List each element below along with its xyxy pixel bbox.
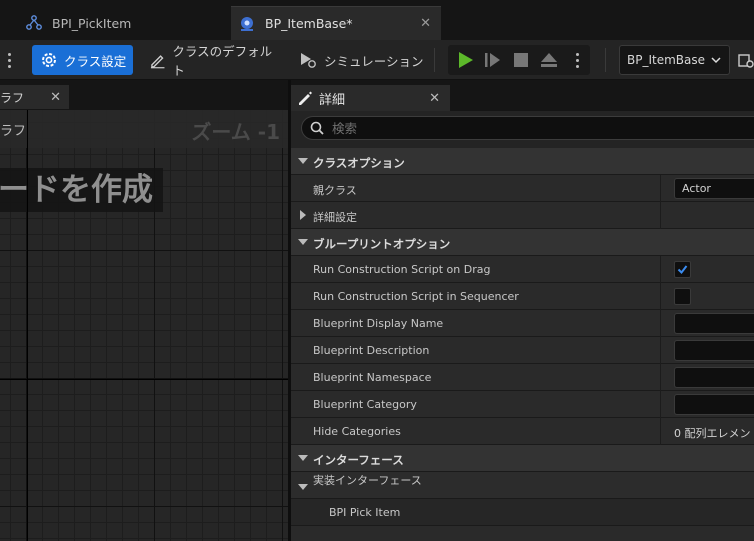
debug-object-value: BP_ItemBase (627, 53, 706, 67)
property-description: Blueprint Description (291, 337, 754, 364)
graph-title: ラフ (0, 124, 27, 139)
simulation-label: シミュレーション (324, 53, 424, 69)
interface-list-item[interactable]: BPI Pick Item (291, 499, 754, 526)
class-defaults-button[interactable]: クラスのデフォルト (141, 44, 281, 78)
edit-pencil-icon (150, 55, 165, 69)
graph-header: ラフ ズーム -1 (0, 110, 288, 148)
blueprint-icon (241, 16, 253, 31)
toolbar-separator (434, 48, 435, 72)
graph-watermark: ードを作成 (0, 168, 163, 212)
run-on-drag-checkbox[interactable] (674, 261, 691, 278)
implemented-interfaces-header[interactable]: 実装インターフェース (291, 472, 754, 499)
eject-icon[interactable] (540, 52, 558, 68)
property-advanced[interactable]: 詳細設定 (291, 202, 754, 229)
expand-arrow-icon[interactable] (298, 239, 308, 245)
property-namespace: Blueprint Namespace (291, 364, 754, 391)
property-category: Blueprint Category (291, 391, 754, 418)
class-defaults-label: クラスのデフォルト (172, 44, 273, 78)
expand-arrow-icon[interactable] (298, 484, 308, 490)
run-in-sequencer-checkbox[interactable] (674, 288, 691, 305)
graph-tab-label: ラフ (0, 90, 25, 105)
toolbar-options-icon[interactable] (1, 46, 17, 74)
subcategory-label: 実装インターフェース (313, 474, 422, 487)
chevron-down-icon (711, 57, 721, 64)
tab-label: BPI_PickItem (52, 15, 132, 31)
property-parent-class: 親クラス Actor (291, 175, 754, 202)
parent-class-field[interactable]: Actor (674, 178, 754, 199)
find-in-blueprint-icon[interactable] (738, 53, 754, 69)
simulation-icon (301, 53, 316, 68)
property-label: Hide Categories (313, 425, 401, 438)
property-label: Blueprint Category (313, 398, 417, 411)
display-name-field[interactable] (674, 313, 754, 334)
graph-axis-vertical (27, 110, 28, 541)
category-interfaces[interactable]: インターフェース (291, 445, 754, 472)
play-options-icon[interactable] (569, 46, 585, 74)
description-field[interactable] (674, 340, 754, 361)
tab-bp-itembase[interactable]: BP_ItemBase* ✕ (231, 6, 441, 40)
category-blueprint-options[interactable]: ブループリントオプション (291, 229, 754, 256)
search-icon (310, 121, 324, 135)
graph-canvas[interactable]: ラフ ズーム -1 ードを作成 (0, 110, 288, 541)
tab-graph[interactable]: ラフ ✕ (0, 85, 69, 109)
category-label: インターフェース (313, 453, 404, 467)
category-label: クラスオプション (313, 156, 405, 170)
tab-label: BP_ItemBase* (265, 16, 353, 31)
search-input[interactable] (332, 120, 732, 136)
simulation-button[interactable]: シミュレーション (290, 45, 425, 75)
class-settings-button[interactable]: クラス設定 (32, 45, 133, 75)
expand-arrow-icon[interactable] (298, 158, 308, 164)
expand-arrow-icon[interactable] (298, 455, 308, 461)
collapse-arrow-icon[interactable] (300, 210, 306, 220)
graph-axis-horizontal (0, 379, 288, 380)
play-icon[interactable] (456, 52, 474, 68)
property-label: Blueprint Namespace (313, 371, 432, 384)
list-footer (291, 526, 754, 541)
play-controls (448, 45, 590, 75)
blueprint-interface-icon (26, 15, 42, 30)
property-hide-categories: Hide Categories 0 配列エレメント (291, 418, 754, 445)
details-panel: クラスオプション 親クラス Actor 詳細設定 ブループリントオプション Ru… (291, 111, 754, 541)
zoom-label: ズーム -1 (191, 120, 280, 144)
close-tab-icon[interactable]: ✕ (50, 90, 61, 105)
category-label: ブループリントオプション (313, 237, 451, 251)
gear-icon (42, 53, 56, 67)
document-tab-bar: BPI_PickItem BP_ItemBase* ✕ (0, 0, 754, 40)
class-settings-label: クラス設定 (64, 53, 127, 69)
property-run-in-sequencer: Run Construction Script in Sequencer (291, 283, 754, 310)
advance-frame-icon[interactable] (484, 52, 502, 68)
property-label: Run Construction Script in Sequencer (313, 290, 519, 303)
close-tab-icon[interactable]: ✕ (429, 91, 440, 106)
property-label: 詳細設定 (313, 211, 357, 224)
property-label: Run Construction Script on Drag (313, 263, 491, 276)
property-label: 親クラス (313, 184, 357, 197)
tab-bpi-pickitem[interactable]: BPI_PickItem (18, 6, 230, 40)
debug-object-select[interactable]: BP_ItemBase (619, 45, 730, 75)
close-tab-icon[interactable]: ✕ (420, 16, 431, 31)
array-count-value: 0 配列エレメント (674, 427, 754, 440)
stop-icon[interactable] (512, 52, 530, 68)
details-tab-label: 詳細 (319, 92, 346, 108)
category-field[interactable] (674, 394, 754, 415)
property-display-name: Blueprint Display Name (291, 310, 754, 337)
category-class-options[interactable]: クラスオプション (291, 148, 754, 175)
toolbar-separator (605, 48, 606, 72)
interface-name: BPI Pick Item (329, 506, 401, 519)
details-search (301, 116, 754, 140)
checkmark-icon (677, 265, 688, 275)
tab-details[interactable]: 詳細 ✕ (291, 85, 450, 111)
details-pencil-icon (299, 91, 312, 105)
main-toolbar: クラス設定 クラスのデフォルト シミュレーション BP_ItemBase (0, 40, 754, 80)
property-label: Blueprint Display Name (313, 317, 444, 330)
property-run-on-drag: Run Construction Script on Drag (291, 256, 754, 283)
namespace-field[interactable] (674, 367, 754, 388)
property-label: Blueprint Description (313, 344, 430, 357)
